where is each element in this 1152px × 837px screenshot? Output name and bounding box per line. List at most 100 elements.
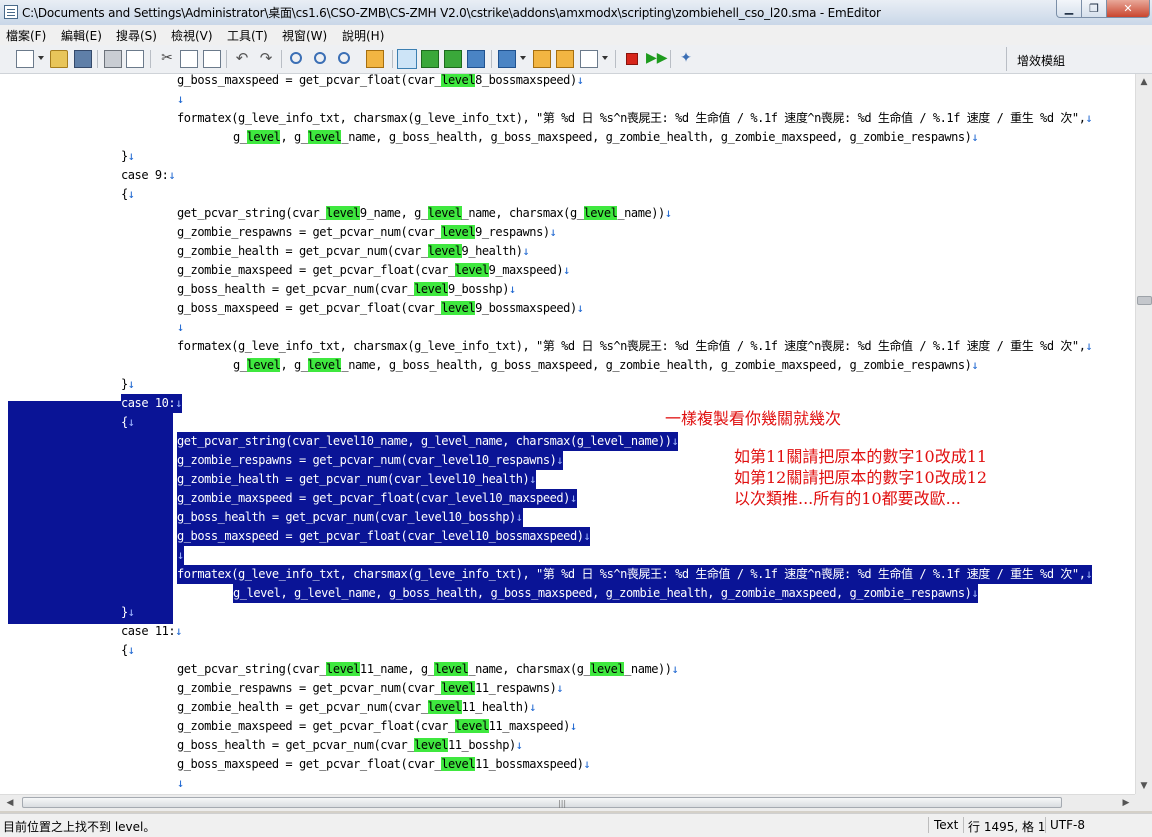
menu-file[interactable]: 檔案(F) (6, 27, 46, 44)
code-line[interactable]: get_pcvar_string(cvar_level10_name, g_le… (177, 432, 679, 451)
code-line[interactable]: g_boss_health = get_pcvar_num(cvar_level… (177, 280, 516, 299)
find-in-files-icon[interactable] (366, 50, 384, 68)
status-mode[interactable]: Text (934, 818, 958, 832)
horizontal-scroll-thumb[interactable]: ||| (22, 797, 1062, 808)
plugin-tool-icon[interactable]: ✦ (677, 50, 695, 68)
cut-icon[interactable]: ✂ (158, 50, 176, 68)
code-line[interactable]: get_pcvar_string(cvar_level11_name, g_le… (177, 660, 679, 679)
code-line[interactable]: g_zombie_health = get_pcvar_num(cvar_lev… (177, 242, 530, 261)
code-line[interactable]: g_zombie_maxspeed = get_pcvar_float(cvar… (177, 489, 577, 508)
menu-tools[interactable]: 工具(T) (227, 27, 268, 44)
minimize-button[interactable]: ▁ (1056, 0, 1082, 18)
new-file-icon[interactable] (16, 50, 34, 68)
editor-text-area[interactable]: g_boss_maxspeed = get_pcvar_float(cvar_l… (0, 74, 1135, 794)
find-icon[interactable] (290, 52, 302, 64)
newline-mark-icon: ↓ (1085, 339, 1093, 353)
code-line[interactable]: {↓ (121, 185, 135, 204)
code-line[interactable]: }↓ (121, 375, 135, 394)
code-line[interactable]: g_boss_health = get_pcvar_num(cvar_level… (177, 508, 523, 527)
toolbar-separator (150, 50, 151, 68)
save-icon[interactable] (74, 50, 92, 68)
vertical-scrollbar[interactable]: ▲ ▼ (1135, 74, 1152, 794)
code-line[interactable]: case 9:↓ (121, 166, 176, 185)
menu-edit[interactable]: 編輯(E) (61, 27, 102, 44)
horizontal-scrollbar[interactable]: ◀ ||| ▶ (0, 794, 1135, 811)
code-line[interactable]: case 11:↓ (121, 622, 182, 641)
code-line[interactable]: g_boss_maxspeed = get_pcvar_float(cvar_l… (177, 755, 591, 774)
all-properties-icon[interactable] (556, 50, 574, 68)
code-line[interactable]: g_zombie_respawns = get_pcvar_num(cvar_l… (177, 451, 564, 470)
checklist-icon[interactable] (580, 50, 598, 68)
code-line[interactable]: g_level, g_level_name, g_boss_health, g_… (233, 584, 979, 603)
emeditor-app-icon[interactable] (4, 5, 18, 19)
code-line[interactable]: formatex(g_leve_info_txt, charsmax(g_lev… (177, 337, 1093, 356)
scroll-right-icon[interactable]: ▶ (1118, 795, 1134, 811)
vertical-scroll-thumb[interactable] (1137, 296, 1152, 305)
wrap-icon[interactable] (421, 50, 439, 68)
code-line[interactable]: formatex(g_leve_info_txt, charsmax(g_lev… (177, 565, 1093, 584)
code-line[interactable]: g_zombie_respawns = get_pcvar_num(cvar_l… (177, 223, 557, 242)
scroll-up-icon[interactable]: ▲ (1136, 74, 1152, 90)
search-match: level (590, 662, 625, 676)
code-line[interactable]: g_boss_maxspeed = get_pcvar_float(cvar_l… (177, 299, 584, 318)
code-line[interactable]: get_pcvar_string(cvar_level9_name, g_lev… (177, 204, 672, 223)
close-button[interactable]: ✕ (1106, 0, 1150, 18)
print-icon[interactable] (104, 50, 122, 68)
code-line[interactable]: {↓ (121, 641, 135, 660)
checklist-dropdown-icon[interactable] (602, 56, 608, 60)
search-match: level (427, 206, 462, 220)
menu-search[interactable]: 搜尋(S) (116, 27, 157, 44)
code-line[interactable]: }↓ (121, 147, 135, 166)
maximize-button[interactable]: ❐ (1081, 0, 1107, 18)
wrap-window-icon[interactable] (444, 50, 462, 68)
scroll-down-icon[interactable]: ▼ (1136, 778, 1152, 794)
code-line[interactable]: g_level, g_level_name, g_boss_health, g_… (233, 356, 979, 375)
code-line[interactable]: g_level, g_level_name, g_boss_health, g_… (233, 128, 979, 147)
code-line[interactable]: }↓ (121, 603, 135, 622)
code-line[interactable]: {↓ (121, 413, 135, 432)
paste-icon[interactable] (203, 50, 221, 68)
run-macro-icon[interactable]: ▶▶ (646, 50, 668, 68)
newline-mark-icon: ↓ (671, 662, 679, 676)
code-line[interactable]: case 10:↓ (121, 394, 182, 413)
code-line[interactable]: g_zombie_health = get_pcvar_num(cvar_lev… (177, 470, 537, 489)
code-line[interactable]: g_zombie_maxspeed = get_pcvar_float(cvar… (177, 717, 577, 736)
code-line[interactable]: g_zombie_health = get_pcvar_num(cvar_lev… (177, 698, 537, 717)
newline-mark-icon: ↓ (177, 548, 184, 562)
menu-view[interactable]: 檢視(V) (171, 27, 213, 44)
code-line[interactable]: ↓ (177, 90, 184, 109)
redo-icon[interactable]: ↷ (257, 50, 275, 68)
code-line[interactable]: ↓ (177, 774, 184, 793)
plugins-panel[interactable]: 增效模組 (1006, 47, 1152, 71)
menu-help[interactable]: 說明(H) (342, 27, 384, 44)
status-position[interactable]: 行 1495, 格 1 (968, 818, 1045, 835)
code-line[interactable]: g_boss_health = get_pcvar_num(cvar_level… (177, 736, 523, 755)
code-line[interactable]: formatex(g_leve_info_txt, charsmax(g_lev… (177, 109, 1093, 128)
show-marks-icon[interactable] (467, 50, 485, 68)
code-line[interactable]: g_boss_maxspeed = get_pcvar_float(cvar_l… (177, 527, 591, 546)
status-encoding[interactable]: UTF-8 (1050, 818, 1085, 832)
open-folder-icon[interactable] (50, 50, 68, 68)
code-line[interactable]: g_boss_maxspeed = get_pcvar_float(cvar_l… (177, 74, 584, 90)
find-next-icon[interactable] (314, 52, 326, 64)
highlight-toggle-icon[interactable] (397, 49, 417, 69)
replace-icon[interactable] (338, 52, 350, 64)
code-line[interactable]: g_zombie_respawns = get_pcvar_num(cvar_l… (177, 679, 564, 698)
title-bar[interactable]: C:\Documents and Settings\Administrator\… (0, 0, 1152, 26)
copy-icon[interactable] (180, 50, 198, 68)
code-line[interactable]: g_zombie_maxspeed = get_pcvar_float(cvar… (177, 261, 570, 280)
newline-mark-icon: ↓ (671, 434, 679, 448)
stop-macro-icon[interactable] (626, 53, 638, 65)
code-line[interactable]: ↓ (177, 318, 184, 337)
configuration-dropdown-icon[interactable] (520, 56, 526, 60)
print-preview-icon[interactable] (126, 50, 144, 68)
scroll-left-icon[interactable]: ◀ (2, 795, 18, 811)
search-match: level (441, 681, 476, 695)
code-line[interactable]: ↓ (177, 546, 184, 565)
configuration-icon[interactable] (498, 50, 516, 68)
new-file-dropdown-icon[interactable] (38, 56, 44, 60)
restore-icon: ❐ (1089, 2, 1099, 15)
menu-window[interactable]: 視窗(W) (282, 27, 327, 44)
undo-icon[interactable]: ↶ (233, 50, 251, 68)
properties-icon[interactable] (533, 50, 551, 68)
